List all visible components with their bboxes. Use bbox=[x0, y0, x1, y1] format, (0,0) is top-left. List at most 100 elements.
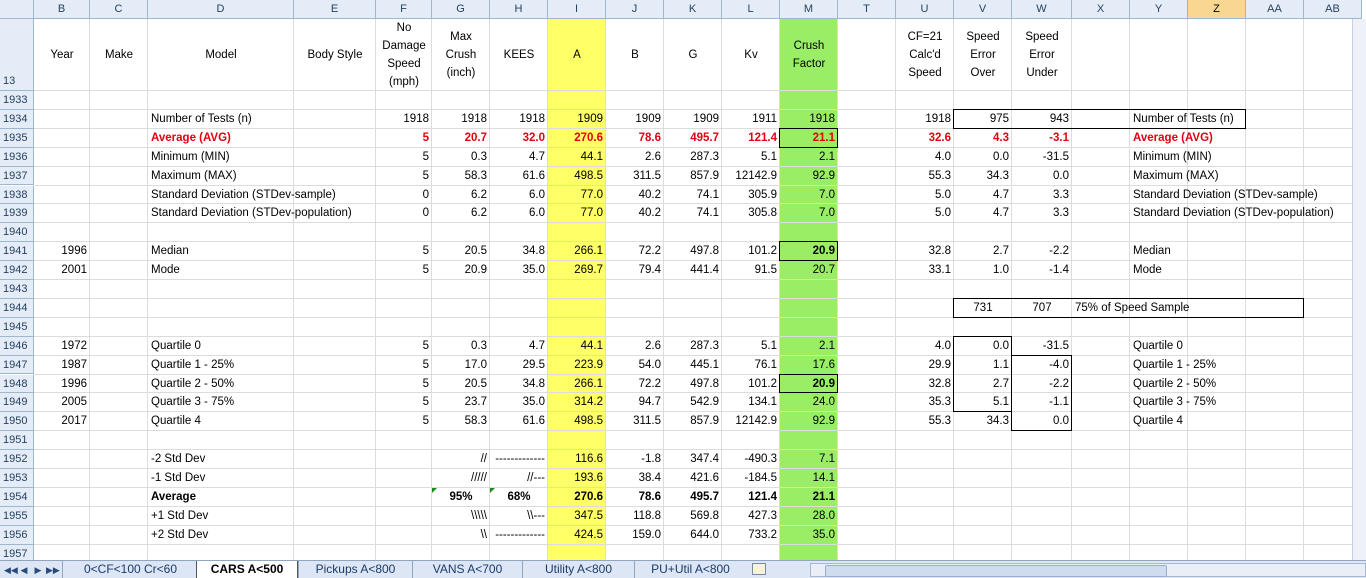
row-header[interactable]: 1947 bbox=[0, 355, 34, 375]
cell-k[interactable]: 644.0 bbox=[664, 526, 722, 545]
cell-i[interactable]: 266.1 bbox=[548, 242, 606, 261]
cell-j[interactable]: -1.8 bbox=[606, 450, 664, 469]
row-header[interactable]: 1955 bbox=[0, 506, 34, 526]
cell-u[interactable]: 55.3 bbox=[896, 412, 954, 431]
cell-k[interactable]: 495.7 bbox=[664, 488, 722, 507]
sheet-tab[interactable]: VANS A<700 bbox=[412, 561, 522, 578]
row-header[interactable]: 1945 bbox=[0, 317, 34, 337]
cell-w[interactable]: -4.0 bbox=[1012, 356, 1072, 375]
cell-f[interactable]: 0 bbox=[376, 204, 432, 223]
cell-j[interactable]: 38.4 bbox=[606, 469, 664, 488]
row-header[interactable]: 1946 bbox=[0, 336, 34, 356]
row-header[interactable]: 1941 bbox=[0, 242, 34, 262]
cell-g[interactable]: 20.5 bbox=[432, 242, 490, 261]
row-header[interactable]: 1933 bbox=[0, 91, 34, 110]
cell-j[interactable]: 94.7 bbox=[606, 393, 664, 412]
cell-f[interactable]: 5 bbox=[376, 148, 432, 167]
cell-w[interactable]: -31.5 bbox=[1012, 337, 1072, 356]
cell-l[interactable]: 134.1 bbox=[722, 393, 780, 412]
cell-y[interactable]: Maximum (MAX) bbox=[1130, 167, 1350, 186]
cell-m[interactable]: 21.1 bbox=[780, 129, 838, 148]
cell-y[interactable]: Standard Deviation (STDev-sample) bbox=[1130, 186, 1350, 205]
cell-m[interactable]: 20.7 bbox=[780, 261, 838, 280]
cell-g[interactable]: \\ bbox=[432, 526, 490, 545]
cell-f[interactable]: 5 bbox=[376, 375, 432, 394]
cell-w[interactable]: 707 bbox=[1012, 299, 1072, 318]
cell-u[interactable]: 1918 bbox=[896, 110, 954, 129]
cell-d[interactable]: Quartile 1 - 25% bbox=[148, 356, 368, 375]
cell-i[interactable]: 270.6 bbox=[548, 129, 606, 148]
row-header[interactable]: 1934 bbox=[0, 109, 34, 129]
cell-j[interactable]: 159.0 bbox=[606, 526, 664, 545]
cell-y[interactable]: Quartile 4 bbox=[1130, 412, 1350, 431]
cell-m[interactable]: 20.9 bbox=[780, 375, 838, 394]
cell-j[interactable]: 78.6 bbox=[606, 129, 664, 148]
cell-v[interactable]: 975 bbox=[954, 110, 1012, 129]
row-header[interactable]: 1943 bbox=[0, 280, 34, 299]
row-header[interactable]: 1957 bbox=[0, 544, 34, 560]
cell-i[interactable]: 266.1 bbox=[548, 375, 606, 394]
cell-d[interactable]: Maximum (MAX) bbox=[148, 167, 368, 186]
cell-h[interactable]: 6.0 bbox=[490, 204, 548, 223]
cell-f[interactable]: 1918 bbox=[376, 110, 432, 129]
cell-k[interactable]: 287.3 bbox=[664, 148, 722, 167]
cell-l[interactable]: -184.5 bbox=[722, 469, 780, 488]
cell-k[interactable]: 497.8 bbox=[664, 242, 722, 261]
cell-h[interactable]: 61.6 bbox=[490, 167, 548, 186]
cell-h[interactable]: 4.7 bbox=[490, 337, 548, 356]
cell-f[interactable]: 5 bbox=[376, 167, 432, 186]
cell-h[interactable]: 34.8 bbox=[490, 242, 548, 261]
row-header[interactable]: 1935 bbox=[0, 128, 34, 148]
cell-b[interactable]: 1996 bbox=[34, 242, 90, 261]
row-header[interactable]: 1944 bbox=[0, 298, 34, 318]
cell-k[interactable]: 287.3 bbox=[664, 337, 722, 356]
cell-b[interactable]: 2017 bbox=[34, 412, 90, 431]
spreadsheet-grid[interactable]: B C D E F G H I J K L M T U V W X Y Z AA AB 13 Year Make Model Bo… bbox=[0, 0, 1366, 560]
last-sheet-icon[interactable]: ▶▶ bbox=[46, 562, 60, 578]
cell-k[interactable]: 569.8 bbox=[664, 507, 722, 526]
cell-i[interactable]: 44.1 bbox=[548, 337, 606, 356]
column-header-e[interactable]: E bbox=[294, 0, 376, 19]
cell-j[interactable]: 1909 bbox=[606, 110, 664, 129]
cell-h[interactable]: 1918 bbox=[490, 110, 548, 129]
cell-m[interactable]: 17.6 bbox=[780, 356, 838, 375]
cell-l[interactable]: 5.1 bbox=[722, 148, 780, 167]
cell-w[interactable]: -1.4 bbox=[1012, 261, 1072, 280]
first-sheet-icon[interactable]: ◀◀ bbox=[4, 562, 18, 578]
cell-y[interactable]: Quartile 3 - 75% bbox=[1130, 393, 1350, 412]
cell-g[interactable]: 23.7 bbox=[432, 393, 490, 412]
row-header[interactable]: 1950 bbox=[0, 412, 34, 432]
row-header[interactable]: 1948 bbox=[0, 374, 34, 394]
cell-l[interactable]: 427.3 bbox=[722, 507, 780, 526]
cell-d[interactable]: Average (AVG) bbox=[148, 129, 368, 148]
cell-v[interactable]: 4.7 bbox=[954, 204, 1012, 223]
cell-y[interactable]: Average (AVG) bbox=[1130, 129, 1350, 148]
cell-h[interactable]: 68% bbox=[490, 488, 548, 507]
cell-m[interactable]: 1918 bbox=[780, 110, 838, 129]
cell-b[interactable]: 2005 bbox=[34, 393, 90, 412]
cell-l[interactable]: 101.2 bbox=[722, 375, 780, 394]
cell-l[interactable]: 733.2 bbox=[722, 526, 780, 545]
row-header[interactable]: 1951 bbox=[0, 431, 34, 451]
cell-l[interactable]: 1911 bbox=[722, 110, 780, 129]
cell-g[interactable]: 20.9 bbox=[432, 261, 490, 280]
cell-d[interactable]: Mode bbox=[148, 261, 368, 280]
cell-d[interactable]: Minimum (MIN) bbox=[148, 148, 368, 167]
cell-y[interactable]: Number of Tests (n) bbox=[1130, 110, 1350, 129]
cell-l[interactable]: 305.8 bbox=[722, 204, 780, 223]
cell-d[interactable]: -2 Std Dev bbox=[148, 450, 368, 469]
cell-m[interactable]: 7.0 bbox=[780, 186, 838, 205]
cell-d[interactable]: -1 Std Dev bbox=[148, 469, 368, 488]
cell-i[interactable]: 314.2 bbox=[548, 393, 606, 412]
cell-y[interactable]: Standard Deviation (STDev-population) bbox=[1130, 204, 1350, 223]
cell-d[interactable]: Quartile 0 bbox=[148, 337, 368, 356]
cell-l[interactable]: 12142.9 bbox=[722, 167, 780, 186]
cell-k[interactable]: 857.9 bbox=[664, 412, 722, 431]
row-header[interactable]: 1939 bbox=[0, 204, 34, 224]
cell-m[interactable]: 2.1 bbox=[780, 337, 838, 356]
cell-u[interactable]: 55.3 bbox=[896, 167, 954, 186]
cell-v[interactable]: 4.3 bbox=[954, 129, 1012, 148]
column-header-h[interactable]: H bbox=[490, 0, 548, 19]
column-header-u[interactable]: U bbox=[896, 0, 954, 19]
cell-j[interactable]: 72.2 bbox=[606, 242, 664, 261]
